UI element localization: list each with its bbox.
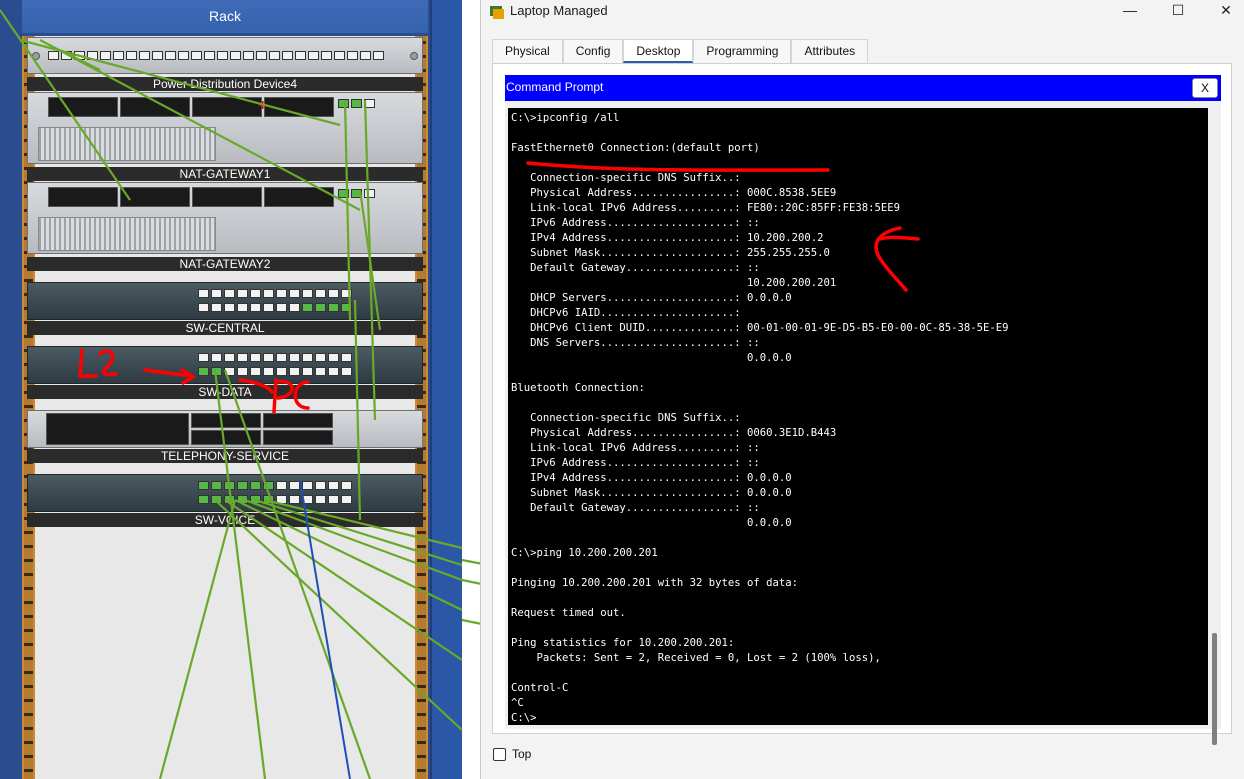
switch-ports <box>198 303 352 312</box>
tab-attributes[interactable]: Attributes <box>791 39 869 63</box>
switch-ports <box>198 367 352 376</box>
rack-title: Rack <box>22 0 428 33</box>
tab-desktop[interactable]: Desktop <box>623 39 694 63</box>
minimize-icon[interactable]: — <box>1107 0 1153 22</box>
vent <box>38 217 216 251</box>
tab-physical[interactable]: Physical <box>492 39 563 63</box>
switch-ports <box>198 289 352 298</box>
device-label-sw-central: SW-CENTRAL <box>27 321 423 335</box>
laptop-window: Laptop Managed — ☐ ✕ Physical Config Des… <box>480 0 1244 779</box>
screw <box>32 52 40 60</box>
command-prompt-title: Command Prompt <box>506 80 604 94</box>
terminal-scrollbar[interactable] <box>1212 115 1217 745</box>
switch-ports <box>198 353 352 362</box>
router-ports <box>338 189 375 198</box>
switch-ports <box>198 481 352 490</box>
module-slot <box>46 413 189 445</box>
module-slot <box>192 97 262 117</box>
device-tabs: Physical Config Desktop Programming Attr… <box>492 39 869 63</box>
module-slot <box>120 97 190 117</box>
sw-data-device[interactable] <box>27 346 423 384</box>
module-slot <box>48 187 118 207</box>
module-slot <box>48 97 118 117</box>
tab-config[interactable]: Config <box>562 39 624 63</box>
device-label-nat-gateway2: NAT-GATEWAY2 <box>27 257 423 271</box>
packet-tracer-app-icon <box>490 6 504 19</box>
module-slot <box>191 430 261 445</box>
sw-central-device[interactable] <box>27 282 423 320</box>
switch-ports <box>198 495 352 504</box>
rack-frame: Power Distribution Device4 + NAT-GATEWAY… <box>22 36 428 779</box>
window-titlebar: Laptop Managed — ☐ ✕ <box>481 0 1244 24</box>
router-ports <box>338 99 375 108</box>
power-outlets <box>48 51 384 60</box>
device-label-power-distribution: Power Distribution Device4 <box>27 77 423 91</box>
module-slot <box>263 430 333 445</box>
device-label-sw-data: SW-DATA <box>27 385 423 399</box>
module-slot <box>263 413 333 428</box>
module-slot <box>191 413 261 428</box>
terminal-output[interactable]: C:\>ipconfig /all FastEthernet0 Connecti… <box>508 108 1208 725</box>
desktop-tab-panel: Command Prompt X C:\>ipconfig /all FastE… <box>492 63 1232 745</box>
tab-programming[interactable]: Programming <box>693 39 792 63</box>
power-plus-icon: + <box>258 97 268 114</box>
top-checkbox[interactable] <box>493 747 506 761</box>
sw-voice-device[interactable] <box>27 474 423 512</box>
nat-gateway2-device[interactable] <box>27 182 423 254</box>
module-slot <box>264 97 334 117</box>
terminal-scrollbar-thumb[interactable] <box>1212 633 1217 745</box>
screw <box>410 52 418 60</box>
top-checkbox-label: Top <box>512 747 532 761</box>
top-option: Top <box>493 747 531 761</box>
maximize-icon[interactable]: ☐ <box>1155 0 1201 22</box>
nat-gateway1-device[interactable]: + <box>27 92 423 164</box>
command-prompt-close-button[interactable]: X <box>1192 78 1218 98</box>
rack-side-band <box>430 0 462 779</box>
command-prompt-window: Command Prompt X C:\>ipconfig /all FastE… <box>505 75 1221 745</box>
vent <box>38 127 216 161</box>
command-prompt-titlebar: Command Prompt X <box>505 75 1221 101</box>
module-slot <box>264 187 334 207</box>
power-distribution-device[interactable] <box>27 37 423 74</box>
device-label-telephony-service: TELEPHONY-SERVICE <box>27 449 423 463</box>
close-icon[interactable]: ✕ <box>1203 0 1244 22</box>
terminal-text: C:\>ipconfig /all FastEthernet0 Connecti… <box>511 112 1009 724</box>
telephony-service-device[interactable] <box>27 410 423 448</box>
device-label-sw-voice: SW-VOICE <box>27 513 423 527</box>
module-slot <box>192 187 262 207</box>
rack-panel: Rack Power Distribution Device4 + NAT-GA… <box>0 0 462 779</box>
device-label-nat-gateway1: NAT-GATEWAY1 <box>27 167 423 181</box>
module-slot <box>120 187 190 207</box>
window-title: Laptop Managed <box>510 3 608 18</box>
